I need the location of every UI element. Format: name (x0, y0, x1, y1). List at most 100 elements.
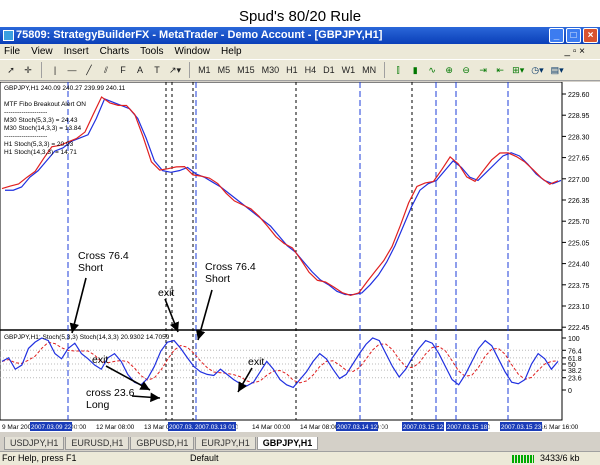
menu-view[interactable]: View (31, 44, 53, 59)
cursor-icon[interactable]: ➚ (4, 62, 18, 78)
timeframe-m5[interactable]: M5 (216, 62, 233, 78)
chart-header: GBPJPY,H1 240.09 240.27 239.99 240.11 (4, 85, 126, 92)
timeframe-m1[interactable]: M1 (196, 62, 213, 78)
timeframe-h4[interactable]: H4 (303, 62, 319, 78)
minimize-button[interactable]: _ (549, 28, 564, 43)
annotation-exit-2: exit (92, 354, 109, 366)
zoom-in-icon[interactable]: ⊕ (442, 62, 456, 78)
tab-gbpusd[interactable]: GBPUSD,H1 (130, 437, 195, 450)
price-tick-label: 223.75 (568, 283, 590, 290)
m30-slow-stoch: M30 Stoch(14,3,3) = 13.84 (4, 125, 82, 132)
toolbar-separator (384, 62, 386, 78)
timeframe-d1[interactable]: D1 (321, 62, 337, 78)
price-tick-label: 228.30 (568, 134, 590, 141)
price-tick-label: 224.40 (568, 262, 590, 269)
trendline-icon[interactable]: ╱ (82, 62, 96, 78)
status-help: For Help, press F1 (2, 453, 77, 463)
m30-fast-stoch: M30 Stoch(5,3,3) = 24.43 (4, 117, 78, 124)
toolbar-separator (189, 62, 191, 78)
line-chart-icon[interactable]: ∿ (425, 62, 439, 78)
timeframe-m15[interactable]: M15 (235, 62, 257, 78)
timeframe-m30[interactable]: M30 (260, 62, 282, 78)
timeframe-mn[interactable]: MN (360, 62, 378, 78)
price-tick-label: 222.45 (568, 325, 590, 332)
templates-icon[interactable]: ▤▾ (549, 62, 566, 78)
tab-usdjpy[interactable]: USDJPY,H1 (4, 437, 65, 450)
autoscroll-icon[interactable]: ⇥ (476, 62, 490, 78)
info-dashes: -------------------- (4, 109, 47, 116)
alert-status: MTF Fibo Breakout Alert ON (4, 101, 86, 108)
tab-gbpjpy[interactable]: GBPJPY,H1 (256, 437, 319, 450)
app-icon (3, 30, 14, 41)
annotation-cross236-long: cross 23.6 Long (86, 387, 135, 411)
candle-chart-icon[interactable]: ▮ (408, 62, 422, 78)
zoom-out-icon[interactable]: ⊖ (459, 62, 473, 78)
toolbar: ➚ ✛ | — ╱ ⫽ F A T ↗▾ M1 M5 M15 M30 H1 H4… (0, 59, 600, 81)
date-tick-label: 12 Mar 08:00 (96, 424, 135, 431)
window-title: 75809: StrategyBuilderFX - MetaTrader - … (16, 29, 383, 41)
timeframe-h1[interactable]: H1 (284, 62, 300, 78)
price-tick-label: 227.00 (568, 177, 590, 184)
price-tick-label: 229.60 (568, 92, 590, 99)
h1-slow-stoch: H1 Stoch(14,3,3) = 14.71 (4, 149, 77, 156)
horizontal-line-icon[interactable]: — (65, 62, 79, 78)
slide-title: Spud's 80/20 Rule (238, 8, 362, 25)
info-dashes: -------------------- (4, 133, 47, 140)
maximize-button[interactable]: □ (566, 28, 581, 43)
chart-tabs: USDJPY,H1 EURUSD,H1 GBPUSD,H1 EURJPY,H1 … (0, 437, 600, 451)
stoch-tick-label: 0 (568, 388, 572, 395)
annotation-exit-1: exit (158, 287, 175, 299)
title-bar: 75809: StrategyBuilderFX - MetaTrader - … (0, 27, 600, 44)
tab-eurjpy[interactable]: EURJPY,H1 (195, 437, 256, 450)
date-highlight-label: 2007.03.09 22:00 (31, 424, 81, 431)
indicators-icon[interactable]: ⊞▾ (510, 62, 526, 78)
chart-shift-icon[interactable]: ⇤ (493, 62, 507, 78)
timeframe-w1[interactable]: W1 (340, 62, 358, 78)
price-tick-label: 228.95 (568, 113, 590, 120)
menu-insert[interactable]: Insert (64, 44, 89, 59)
menu-file[interactable]: File (4, 44, 20, 59)
arrows-icon[interactable]: ↗▾ (167, 62, 183, 78)
date-highlight-label: 2007.03.14 12:00 (337, 424, 387, 431)
connection-icon (512, 455, 534, 463)
status-profile: Default (190, 453, 219, 463)
crosshair-icon[interactable]: ✛ (21, 62, 35, 78)
stoch-tick-label: 23.6 (568, 376, 582, 383)
date-highlight-label: 2007.03.15 12:00 (403, 424, 453, 431)
price-tick-label: 226.35 (568, 198, 590, 205)
stoch-tick-label: 100 (568, 336, 580, 343)
periods-icon[interactable]: ◷▾ (529, 62, 545, 78)
status-bar: For Help, press F1 Default 3433/6 kb (0, 451, 600, 465)
menu-tools[interactable]: Tools (140, 44, 163, 59)
price-tick-label: 225.70 (568, 219, 590, 226)
stoch-tick-label: 76.4 (568, 348, 582, 355)
price-tick-label: 225.05 (568, 240, 590, 247)
menu-help[interactable]: Help (221, 44, 242, 59)
menu-window[interactable]: Window (174, 44, 210, 59)
close-button[interactable]: × (583, 28, 598, 43)
annotation-cross764-short-1: Cross 76.4 Short (78, 250, 129, 274)
date-tick-label: 14 Mar 00:00 (252, 424, 291, 431)
fibo-icon[interactable]: F (116, 62, 130, 78)
text-icon[interactable]: A (133, 62, 147, 78)
stoch-tick-label: 38.2 (568, 368, 582, 375)
annotation-exit-3: exit (248, 356, 265, 368)
status-traffic: 3433/6 kb (540, 453, 580, 463)
h1-fast-stoch: H1 Stoch(5,3,3) = 20.93 (4, 141, 74, 148)
menu-bar: File View Insert Charts Tools Window Hel… (0, 44, 600, 59)
mdi-controls[interactable]: _ ▫ × (564, 44, 585, 59)
menu-charts[interactable]: Charts (100, 44, 129, 59)
price-tick-label: 223.10 (568, 304, 590, 311)
vertical-line-icon[interactable]: | (48, 62, 62, 78)
channel-icon[interactable]: ⫽ (99, 62, 113, 78)
bar-chart-icon[interactable]: ⫿ (391, 62, 405, 78)
date-highlight-label: 2007.03.15 23:00 (501, 424, 551, 431)
label-icon[interactable]: T (150, 62, 164, 78)
stoch-header: GBPJPY,H1: Stoch(5,3,3) Stoch(14,3,3) 20… (4, 334, 170, 341)
date-highlight-label: 2007.03.13 01:00 (195, 424, 245, 431)
price-tick-label: 227.65 (568, 156, 590, 163)
tab-eurusd[interactable]: EURUSD,H1 (65, 437, 130, 450)
annotation-cross764-short-2: Cross 76.4 Short (205, 261, 256, 285)
toolbar-separator (41, 62, 42, 78)
date-tick-label: 14 Mar 08:00 (300, 424, 339, 431)
